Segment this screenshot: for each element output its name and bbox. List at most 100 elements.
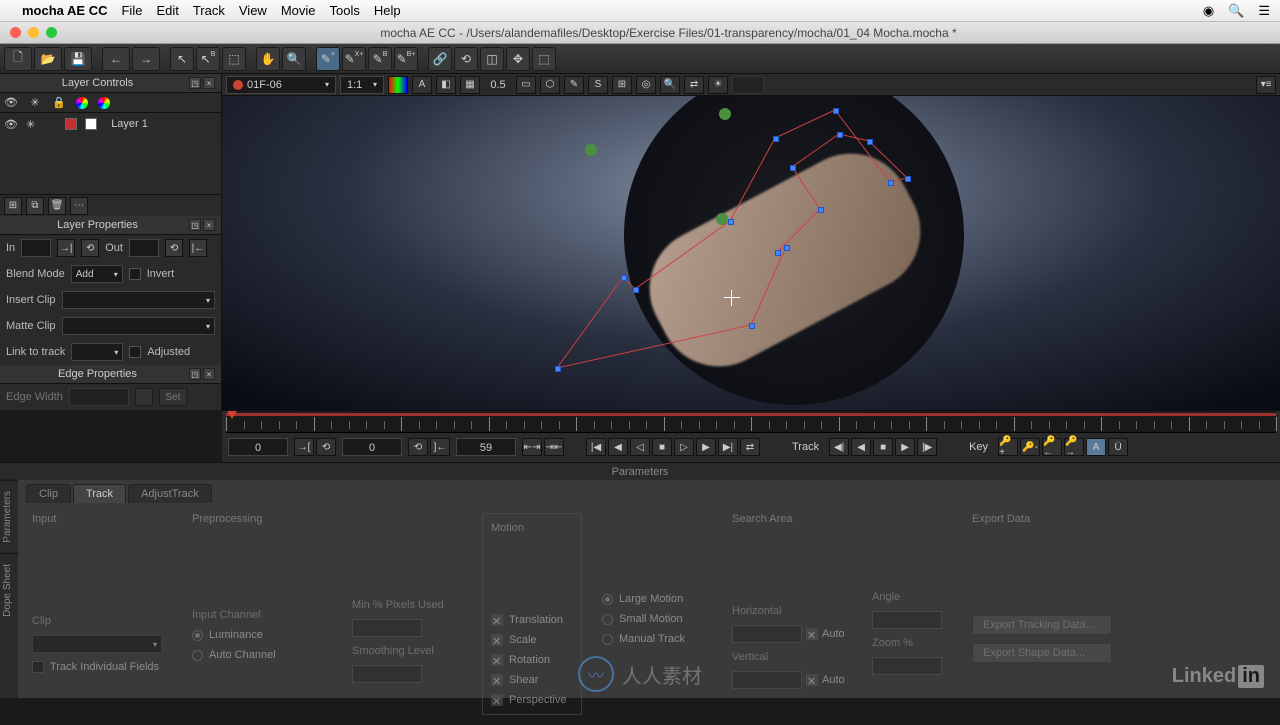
horizontal-auto-checkbox[interactable]: ✕ bbox=[806, 628, 818, 640]
set-out-button[interactable]: ]← bbox=[430, 438, 450, 456]
smoothing-field[interactable] bbox=[352, 665, 422, 683]
zoom-window-button[interactable]: 🔍 bbox=[660, 76, 680, 94]
close-icon[interactable] bbox=[10, 27, 21, 38]
side-tab-dopesheet[interactable]: Dope Sheet bbox=[0, 553, 18, 627]
in-frame-display[interactable]: 0 bbox=[228, 438, 288, 456]
select-behind-tool[interactable]: ↖B bbox=[196, 47, 220, 71]
edge-width-field[interactable] bbox=[69, 388, 129, 406]
play-forward-button[interactable]: ▷ bbox=[674, 438, 694, 456]
move-tool[interactable]: ✥ bbox=[506, 47, 530, 71]
next-key-button[interactable]: 🔑→ bbox=[1064, 438, 1084, 456]
matte-color-icon[interactable] bbox=[98, 97, 110, 109]
panel-close-icon[interactable]: × bbox=[203, 219, 215, 231]
add-bezier-tool[interactable]: ✎B+ bbox=[394, 47, 418, 71]
layer-spline-swatch[interactable] bbox=[65, 118, 77, 130]
insert-clip-select[interactable] bbox=[62, 291, 215, 309]
panel-undock-icon[interactable]: ◳ bbox=[189, 368, 201, 380]
out-reset-button[interactable]: ⟲ bbox=[165, 239, 183, 257]
layer-visibility-icon[interactable]: 👁 bbox=[4, 118, 18, 131]
edge-width-set-button[interactable]: Set bbox=[159, 388, 187, 406]
in-field[interactable] bbox=[21, 239, 51, 257]
open-project-button[interactable]: 📂 bbox=[34, 47, 62, 71]
group-layer-button[interactable]: ⊞ bbox=[4, 197, 22, 215]
playhead-icon[interactable] bbox=[227, 411, 237, 419]
process-icon[interactable]: ✳ bbox=[28, 96, 42, 110]
export-tracking-button[interactable]: Export Tracking Data... bbox=[972, 615, 1112, 635]
cc-icon[interactable]: ◉ bbox=[1203, 3, 1214, 19]
menu-track[interactable]: Track bbox=[193, 3, 225, 18]
manual-track-radio[interactable] bbox=[602, 634, 613, 645]
undo-button[interactable]: ← bbox=[102, 47, 130, 71]
track-forward-end-button[interactable]: |▶ bbox=[917, 438, 937, 456]
tab-adjusttrack[interactable]: AdjustTrack bbox=[128, 484, 212, 503]
zoom-selector[interactable]: 1:1 bbox=[340, 76, 384, 94]
show-matte-button[interactable]: ▦ bbox=[460, 76, 480, 94]
maximize-icon[interactable] bbox=[46, 27, 57, 38]
track-back-end-button[interactable]: ◀| bbox=[829, 438, 849, 456]
menu-file[interactable]: File bbox=[121, 3, 142, 18]
stabilize-button[interactable]: ⇄ bbox=[684, 76, 704, 94]
menu-movie[interactable]: Movie bbox=[281, 3, 316, 18]
viewer-menu-button[interactable]: ▾≡ bbox=[1256, 76, 1276, 94]
timeline-ruler[interactable] bbox=[226, 411, 1276, 433]
invert-checkbox[interactable] bbox=[129, 268, 141, 280]
track-back-button[interactable]: ◀ bbox=[851, 438, 871, 456]
vertical-auto-checkbox[interactable]: ✕ bbox=[806, 674, 818, 686]
goto-start-button[interactable]: |◀ bbox=[586, 438, 606, 456]
scale-checkbox[interactable]: ✕ bbox=[491, 634, 503, 646]
menu-edit[interactable]: Edit bbox=[156, 3, 178, 18]
in-set-button[interactable]: →| bbox=[57, 239, 75, 257]
perspective-checkbox[interactable]: ✕ bbox=[491, 694, 503, 706]
scale-tool[interactable]: ◫ bbox=[480, 47, 504, 71]
reset-out-button[interactable]: ⟲ bbox=[408, 438, 428, 456]
menu-help[interactable]: Help bbox=[374, 3, 401, 18]
brightness-field[interactable] bbox=[732, 76, 764, 94]
opacity-value[interactable]: 0.5 bbox=[484, 79, 512, 91]
panel-close-icon[interactable]: × bbox=[203, 77, 215, 89]
track-individual-checkbox[interactable] bbox=[32, 661, 44, 673]
horizontal-field[interactable] bbox=[732, 625, 802, 643]
bezier-tool[interactable]: ✎B bbox=[368, 47, 392, 71]
current-frame-display[interactable]: 59 bbox=[456, 438, 516, 456]
panel-undock-icon[interactable]: ◳ bbox=[189, 219, 201, 231]
select-all-tool[interactable]: ⬚ bbox=[222, 47, 246, 71]
out-set-button[interactable]: |← bbox=[189, 239, 207, 257]
hand-tool[interactable]: ✋ bbox=[256, 47, 280, 71]
small-motion-radio[interactable] bbox=[602, 614, 613, 625]
tab-clip[interactable]: Clip bbox=[26, 484, 71, 503]
show-spline-button[interactable]: ⬡ bbox=[540, 76, 560, 94]
minimize-icon[interactable] bbox=[28, 27, 39, 38]
xspline-tool[interactable]: ✎+ bbox=[316, 47, 340, 71]
viewer-canvas[interactable] bbox=[222, 96, 1280, 410]
auto-channel-radio[interactable] bbox=[192, 650, 203, 661]
reset-in-button[interactable]: ⟲ bbox=[316, 438, 336, 456]
menu-view[interactable]: View bbox=[239, 3, 267, 18]
blend-mode-select[interactable]: Add bbox=[71, 265, 123, 283]
zoom-pct-field[interactable] bbox=[872, 657, 942, 675]
track-forward-button[interactable]: ▶ bbox=[895, 438, 915, 456]
link-track-select[interactable] bbox=[71, 343, 123, 361]
rotate-tool[interactable]: ⟲ bbox=[454, 47, 478, 71]
large-motion-radio[interactable] bbox=[602, 594, 613, 605]
layer-actions-button[interactable]: ⋯ bbox=[70, 197, 88, 215]
shear-checkbox[interactable]: ✕ bbox=[491, 674, 503, 686]
show-surface-button[interactable]: S bbox=[588, 76, 608, 94]
link-tool[interactable]: 🔗 bbox=[428, 47, 452, 71]
spotlight-icon[interactable]: 🔍 bbox=[1228, 3, 1244, 19]
delete-key-button[interactable]: 🔑- bbox=[1020, 438, 1040, 456]
adjusted-checkbox[interactable] bbox=[129, 346, 141, 358]
pointer-tool[interactable]: ↖ bbox=[170, 47, 194, 71]
overlay-button[interactable]: ▭ bbox=[516, 76, 536, 94]
layer-name[interactable]: Layer 1 bbox=[111, 118, 148, 130]
out-field[interactable] bbox=[129, 239, 159, 257]
panel-undock-icon[interactable]: ◳ bbox=[189, 77, 201, 89]
show-layer-button[interactable]: ◧ bbox=[436, 76, 456, 94]
stop-button[interactable]: ■ bbox=[652, 438, 672, 456]
step-back-button[interactable]: ◀ bbox=[608, 438, 628, 456]
step-forward-button[interactable]: ▶ bbox=[696, 438, 716, 456]
translation-checkbox[interactable]: ✕ bbox=[491, 614, 503, 626]
show-trace-button[interactable]: ◎ bbox=[636, 76, 656, 94]
show-tangents-button[interactable]: ✎ bbox=[564, 76, 584, 94]
lock-icon[interactable]: 🔒 bbox=[52, 96, 66, 110]
app-name[interactable]: mocha AE CC bbox=[22, 3, 107, 18]
